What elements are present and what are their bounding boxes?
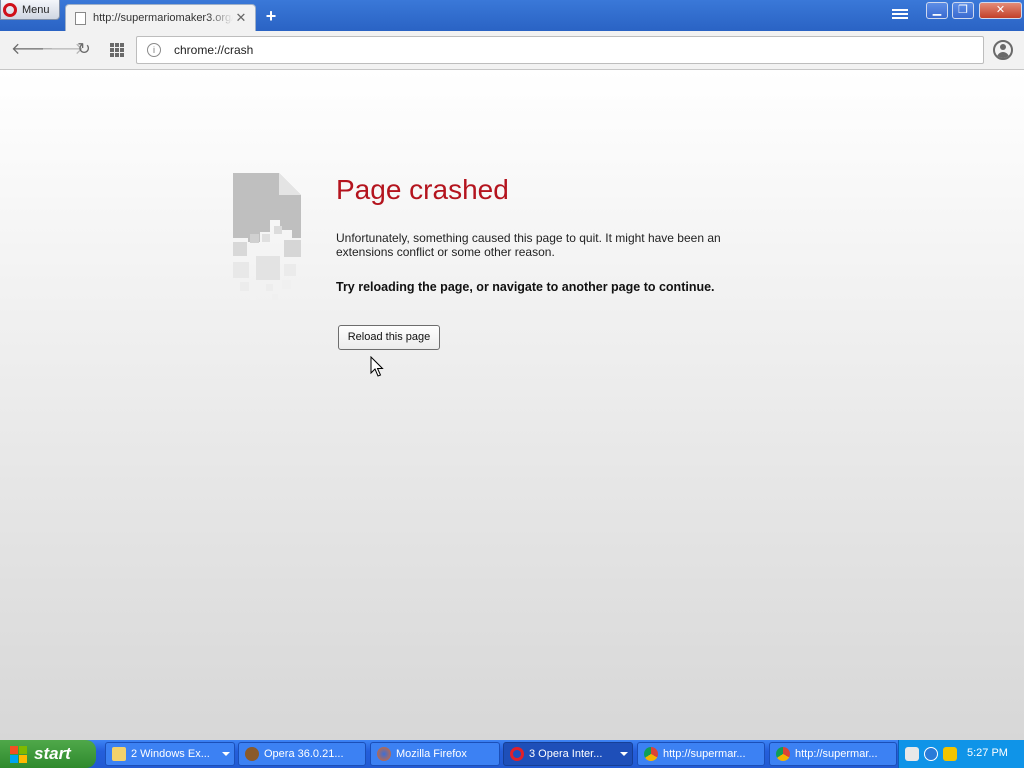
address-bar[interactable]: i chrome://crash — [136, 36, 984, 64]
taskbar-item-label: 2 Windows Ex... — [131, 748, 210, 760]
reload-icon[interactable]: ↻ — [74, 40, 94, 60]
page-favicon-icon — [75, 11, 86, 25]
opera-installer-icon — [245, 747, 259, 761]
folder-icon — [112, 747, 126, 761]
chrome-icon — [776, 747, 790, 761]
opera-menu-button[interactable]: Menu — [0, 0, 60, 20]
close-window-button[interactable]: ✕ — [979, 2, 1022, 19]
profile-icon[interactable] — [993, 40, 1013, 60]
opera-icon — [510, 747, 524, 761]
crash-hint: Try reloading the page, or navigate to a… — [336, 280, 715, 294]
new-tab-button[interactable]: + — [261, 6, 281, 26]
back-arrow-icon[interactable]: 🡐 — [11, 40, 54, 60]
security-shield-icon[interactable] — [943, 747, 957, 761]
taskbar-item-windows-explorer[interactable]: 2 Windows Ex... — [105, 742, 235, 766]
chevron-down-icon — [222, 752, 230, 756]
taskbar-item-label: http://supermar... — [663, 748, 746, 760]
taskbar-item-label: Opera 36.0.21... — [264, 748, 344, 760]
menu-label: Menu — [22, 3, 50, 16]
active-tab[interactable]: http://supermariomaker3.org/ ✕ — [65, 4, 256, 31]
start-button[interactable]: start — [0, 740, 96, 768]
chevron-down-icon — [620, 752, 628, 756]
taskbar-item-label: 3 Opera Inter... — [529, 748, 603, 760]
crash-message: Unfortunately, something caused this pag… — [336, 231, 721, 259]
restore-button[interactable]: ❐ — [952, 2, 974, 19]
taskbar-item-opera-installer[interactable]: Opera 36.0.21... — [238, 742, 366, 766]
url-text[interactable]: chrome://crash — [174, 43, 253, 57]
opera-logo-icon — [3, 2, 17, 17]
keyboard-icon[interactable] — [905, 747, 919, 761]
taskbar-item-opera[interactable]: 3 Opera Inter... — [503, 742, 633, 766]
taskbar-item-label: http://supermar... — [795, 748, 878, 760]
browser-title-bar: Menu http://supermariomaker3.org/ ✕ + ▁ … — [0, 0, 1024, 31]
forward-arrow-icon[interactable]: 🡒 — [41, 40, 84, 60]
tray-expand-icon[interactable] — [924, 747, 938, 761]
page-info-icon[interactable]: i — [147, 43, 161, 57]
firefox-icon — [377, 747, 391, 761]
start-label: start — [34, 744, 71, 763]
broken-page-icon — [233, 173, 301, 300]
taskbar-clock: 5:27 PM — [967, 747, 1008, 759]
crash-page: Page crashed Unfortunately, something ca… — [0, 70, 1024, 740]
taskbar-item-chrome-1[interactable]: http://supermar... — [637, 742, 765, 766]
browser-toolbar: 🡐 🡒 ↻ i chrome://crash — [0, 31, 1024, 70]
taskbar-item-chrome-2[interactable]: http://supermar... — [769, 742, 897, 766]
tab-menu-icon[interactable] — [891, 7, 909, 25]
taskbar-item-label: Mozilla Firefox — [396, 748, 467, 760]
chrome-icon — [644, 747, 658, 761]
tab-close-icon[interactable]: ✕ — [233, 10, 249, 26]
reload-page-button[interactable]: Reload this page — [338, 325, 440, 350]
taskbar-item-firefox[interactable]: Mozilla Firefox — [370, 742, 500, 766]
windows-taskbar: start 2 Windows Ex... Opera 36.0.21... M… — [0, 740, 1024, 768]
mouse-cursor-icon — [370, 356, 384, 377]
apps-grid-icon[interactable] — [107, 40, 127, 60]
windows-flag-icon — [10, 745, 27, 763]
tab-title: http://supermariomaker3.org/ — [93, 12, 233, 24]
page-title: Page crashed — [336, 174, 509, 205]
system-tray: 5:27 PM — [898, 740, 1024, 768]
minimize-button[interactable]: ▁ — [926, 2, 948, 19]
